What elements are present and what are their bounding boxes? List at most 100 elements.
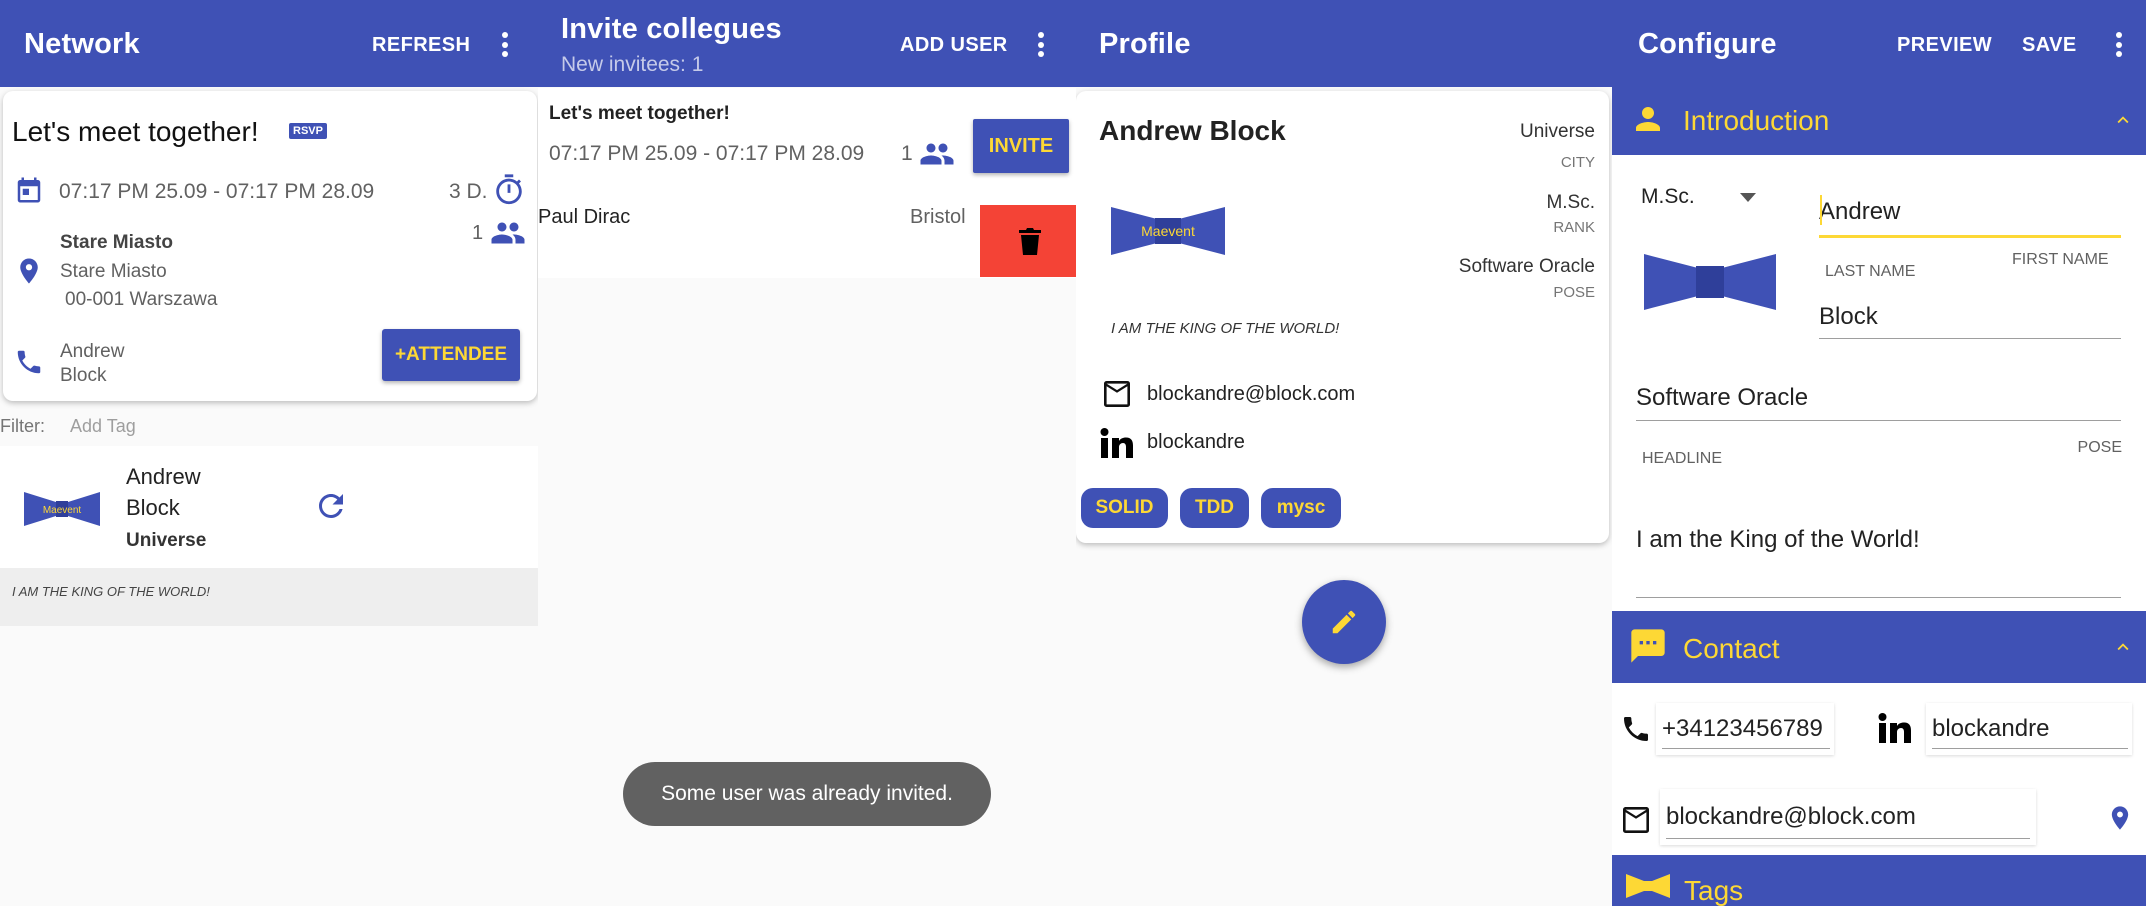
linkedin-input[interactable]: blockandre	[1932, 715, 2049, 743]
invite-panel: Let's meet together! 07:17 PM 25.09 - 07…	[538, 88, 1076, 278]
people-icon	[919, 136, 955, 172]
network-screen: Network REFRESH Let's meet together! RSV…	[0, 0, 538, 906]
toast-message: Some user was already invited.	[623, 762, 991, 826]
phone-icon	[1620, 713, 1652, 745]
person-quote: I AM THE KING OF THE WORLD!	[12, 584, 210, 599]
profile-quote: I AM THE KING OF THE WORLD!	[1111, 320, 1340, 337]
first-name-input[interactable]: Andrew	[1819, 198, 1900, 226]
configure-screen: Configure PREVIEW SAVE Introduction M.Sc…	[1612, 0, 2146, 906]
introduction-form: M.Sc. Andrew FIRST NAME LAST NAME Block …	[1612, 155, 2146, 611]
more-menu-icon[interactable]	[501, 32, 509, 61]
email-underline	[1666, 838, 2030, 839]
invite-app-bar: Invite collegues New invitees: 1 ADD USE…	[538, 0, 1076, 87]
event-duration: 3 D.	[449, 180, 488, 203]
last-name-input[interactable]: Block	[1819, 303, 1878, 331]
headline-label: HEADLINE	[1642, 450, 1723, 467]
phone-input[interactable]: +34123456789	[1662, 715, 1823, 743]
phone-icon	[14, 347, 44, 377]
more-menu-icon[interactable]	[1037, 32, 1045, 61]
message-icon	[1628, 626, 1668, 666]
last-name-label: LAST NAME	[1825, 263, 1916, 280]
rsvp-badge[interactable]: RSVP	[289, 123, 327, 139]
invitees-subtitle: New invitees: 1	[561, 53, 704, 76]
last-name-underline	[1819, 338, 2121, 339]
headline-input[interactable]: Software Oracle	[1636, 384, 1808, 412]
email-icon	[1620, 807, 1652, 833]
phone-underline	[1662, 748, 1830, 749]
location-pin-icon	[14, 254, 44, 288]
person-list-item[interactable]: Maevent Andrew Block Universe	[0, 446, 538, 568]
first-name-label: FIRST NAME	[2012, 251, 2109, 268]
event-card[interactable]: Let's meet together! RSVP 07:17 PM 25.09…	[3, 91, 537, 401]
profile-email[interactable]: blockandre@block.com	[1147, 383, 1355, 406]
profile-app-bar: Profile	[1076, 0, 1612, 87]
location-line2: 00-001 Warszawa	[65, 289, 218, 310]
calendar-icon	[14, 175, 44, 205]
add-attendee-button[interactable]: +ATTENDEE	[382, 329, 520, 381]
save-button[interactable]: SAVE	[2022, 34, 2077, 57]
invite-button[interactable]: INVITE	[973, 119, 1069, 173]
tag-chip[interactable]: mysc	[1261, 488, 1341, 528]
delete-invitee-button[interactable]	[980, 205, 1076, 277]
phone-field[interactable]: +34123456789	[1656, 703, 1834, 755]
invitee-name: Paul Dirac	[538, 206, 631, 228]
tags-section-header[interactable]: Tags	[1612, 855, 2146, 906]
location-pin-icon[interactable]	[2106, 801, 2134, 835]
add-user-button[interactable]: ADD USER	[900, 34, 1008, 57]
rank-label: RANK	[1553, 219, 1595, 236]
tag-chip[interactable]: TDD	[1180, 488, 1249, 528]
bowtie-logo: Maevent	[1109, 205, 1227, 257]
linkedin-icon	[1878, 713, 1912, 743]
text-cursor	[1820, 195, 1822, 225]
chevron-up-icon[interactable]	[2112, 636, 2134, 658]
page-title: Network	[24, 28, 140, 60]
event-title: Let's meet together!	[549, 103, 730, 124]
attendee-count: 1	[472, 222, 484, 244]
contact-last-name: Block	[60, 365, 107, 386]
logo-text: Maevent	[43, 505, 82, 516]
event-dates: 07:17 PM 25.09 - 07:17 PM 28.09	[59, 180, 375, 203]
logo-text: Maevent	[1141, 223, 1195, 239]
city-label: CITY	[1560, 154, 1595, 171]
configure-app-bar: Configure PREVIEW SAVE	[1612, 0, 2146, 87]
introduction-section-header[interactable]: Introduction	[1612, 87, 2146, 155]
linkedin-underline	[1932, 748, 2128, 749]
more-menu-icon[interactable]	[2115, 32, 2123, 61]
pose-label: POSE	[1553, 284, 1595, 301]
invite-screen: Invite collegues New invitees: 1 ADD USE…	[538, 0, 1076, 906]
person-city: Universe	[126, 530, 207, 551]
tag-chip[interactable]: SOLID	[1081, 488, 1168, 528]
profile-rank: M.Sc.	[1546, 192, 1595, 213]
page-title: Configure	[1638, 28, 1777, 60]
bowtie-icon	[1626, 874, 1670, 898]
contact-section-header[interactable]: Contact	[1612, 611, 2146, 683]
rank-select[interactable]: M.Sc.	[1641, 185, 1695, 209]
edit-fab[interactable]	[1302, 580, 1386, 664]
email-field[interactable]: blockandre@block.com	[1660, 789, 2036, 845]
person-icon	[1630, 101, 1666, 137]
dropdown-arrow-icon[interactable]	[1740, 193, 1756, 203]
event-dates: 07:17 PM 25.09 - 07:17 PM 28.09	[549, 142, 865, 165]
email-input[interactable]: blockandre@block.com	[1666, 803, 1916, 831]
tag-filter-input[interactable]: Add Tag	[70, 416, 136, 437]
refresh-button[interactable]: REFRESH	[372, 34, 470, 57]
invite-count: 1	[901, 142, 913, 165]
people-icon	[490, 215, 526, 251]
person-quote-strip: I AM THE KING OF THE WORLD!	[0, 568, 538, 626]
contact-first-name: Andrew	[60, 341, 125, 362]
headline-underline	[1636, 420, 2121, 421]
location-line1: Stare Miasto	[60, 261, 167, 282]
event-title: Let's meet together!	[12, 116, 259, 147]
profile-name: Andrew Block	[1099, 115, 1286, 146]
profile-linkedin[interactable]: blockandre	[1147, 431, 1245, 454]
bowtie-logo	[1642, 252, 1778, 312]
invitee-city: Bristol	[910, 206, 966, 228]
preview-button[interactable]: PREVIEW	[1897, 34, 1992, 57]
motto-input[interactable]: I am the King of the World!	[1636, 526, 1920, 554]
linkedin-field[interactable]: blockandre	[1926, 703, 2132, 755]
chevron-up-icon[interactable]	[2112, 109, 2134, 131]
email-icon	[1101, 381, 1133, 407]
page-title: Invite collegues	[561, 13, 782, 45]
section-title: Tags	[1684, 875, 1744, 906]
refresh-icon[interactable]	[313, 488, 349, 524]
